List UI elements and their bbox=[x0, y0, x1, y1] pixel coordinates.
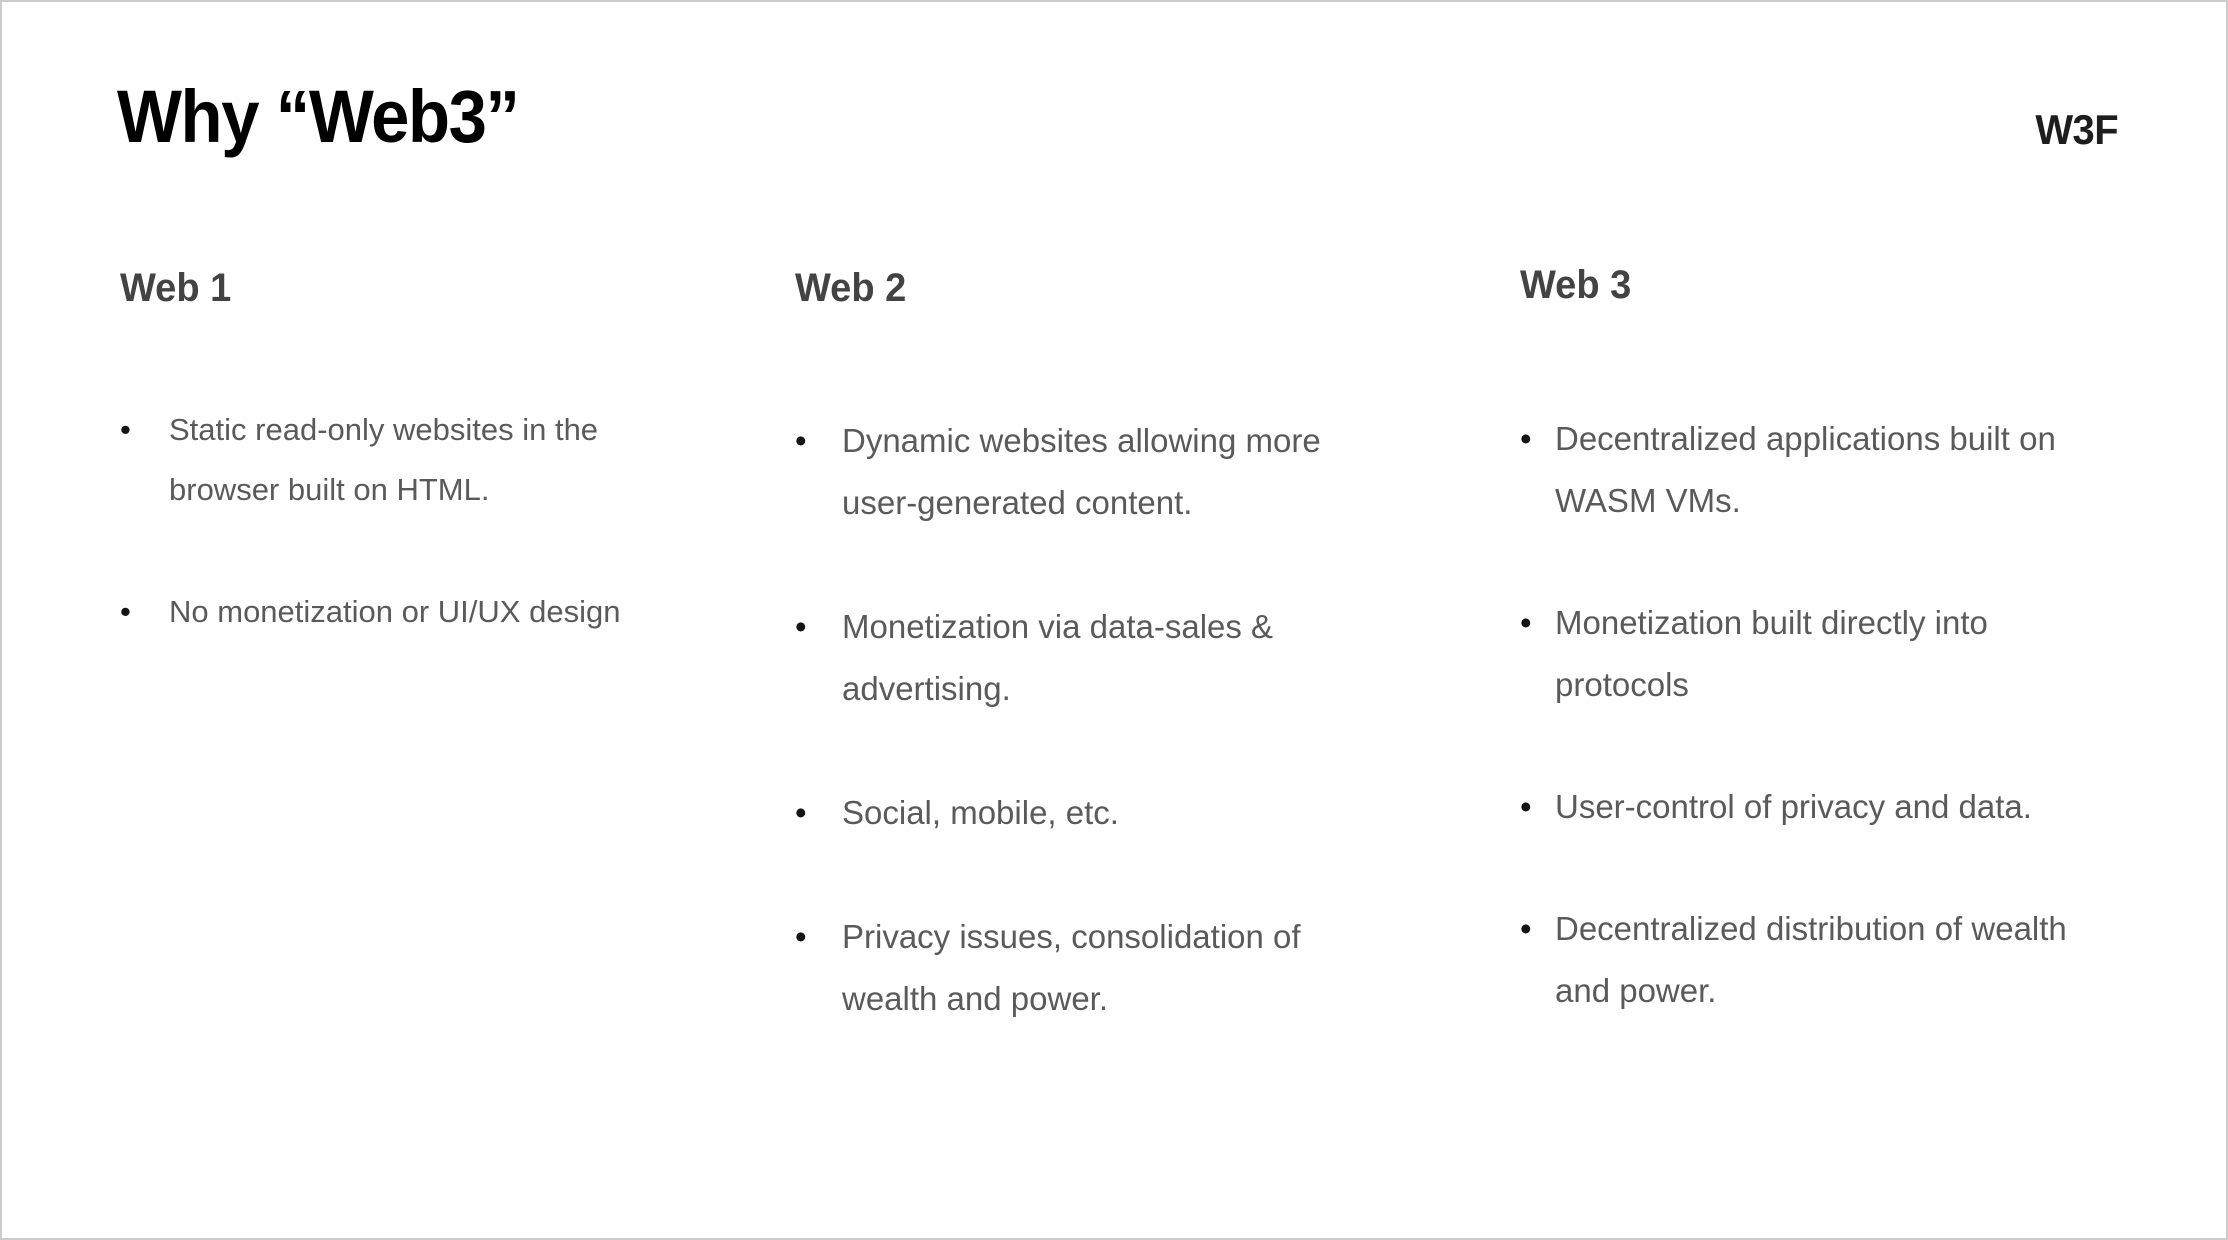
bullet-dot-icon: • bbox=[1520, 604, 1532, 641]
column-heading-web1: Web 1 bbox=[120, 266, 232, 310]
list-item: • Decentralized distribution of wealth a… bbox=[1520, 898, 2105, 1022]
list-item-text: Monetization built directly into protoco… bbox=[1555, 604, 1988, 703]
bullet-dot-icon: • bbox=[1520, 420, 1532, 457]
bullet-dot-icon: • bbox=[795, 918, 807, 955]
list-item: • Privacy issues, consolidation of wealt… bbox=[795, 906, 1375, 1030]
list-item-text: Dynamic websites allowing more user-gene… bbox=[842, 422, 1321, 521]
bullet-dot-icon: • bbox=[1520, 788, 1532, 825]
list-item-text: Decentralized applications built on WASM… bbox=[1555, 420, 2056, 519]
list-item-text: Static read-only websites in the browser… bbox=[169, 412, 599, 507]
list-item-text: No monetization or UI/UX design bbox=[169, 594, 621, 629]
bullet-list-web3: • Decentralized applications built on WA… bbox=[1520, 408, 2105, 1022]
list-item-text: Privacy issues, consolidation of wealth … bbox=[842, 918, 1301, 1017]
list-item-text: Social, mobile, etc. bbox=[842, 794, 1119, 831]
bullet-dot-icon: • bbox=[795, 794, 807, 831]
bullet-list-web2: • Dynamic websites allowing more user-ge… bbox=[795, 410, 1375, 1030]
list-item: • Decentralized applications built on WA… bbox=[1520, 408, 2105, 532]
bullet-dot-icon: • bbox=[1520, 910, 1532, 947]
list-item-text: User-control of privacy and data. bbox=[1555, 788, 2032, 825]
bullet-dot-icon: • bbox=[795, 422, 807, 459]
list-item: • No monetization or UI/UX design bbox=[120, 582, 650, 642]
bullet-dot-icon: • bbox=[120, 412, 131, 447]
list-item: • Dynamic websites allowing more user-ge… bbox=[795, 410, 1375, 534]
list-item: • Monetization via data-sales & advertis… bbox=[795, 596, 1375, 720]
brand-logo: W3F bbox=[2035, 106, 2118, 153]
list-item-text: Decentralized distribution of wealth and… bbox=[1555, 910, 2067, 1009]
list-item: • Static read-only websites in the brows… bbox=[120, 400, 650, 520]
list-item-text: Monetization via data-sales & advertisin… bbox=[842, 608, 1274, 707]
bullet-list-web1: • Static read-only websites in the brows… bbox=[120, 400, 650, 642]
bullet-dot-icon: • bbox=[120, 594, 131, 629]
list-item: • User-control of privacy and data. bbox=[1520, 776, 2105, 838]
list-item: • Social, mobile, etc. bbox=[795, 782, 1375, 844]
bullet-dot-icon: • bbox=[795, 608, 807, 645]
page-title: Why “Web3” bbox=[117, 75, 520, 158]
column-heading-web2: Web 2 bbox=[795, 266, 907, 310]
presentation-slide: Why “Web3” W3F Web 1 • Static read-only … bbox=[0, 0, 2228, 1240]
list-item: • Monetization built directly into proto… bbox=[1520, 592, 2105, 716]
column-heading-web3: Web 3 bbox=[1520, 263, 1632, 307]
